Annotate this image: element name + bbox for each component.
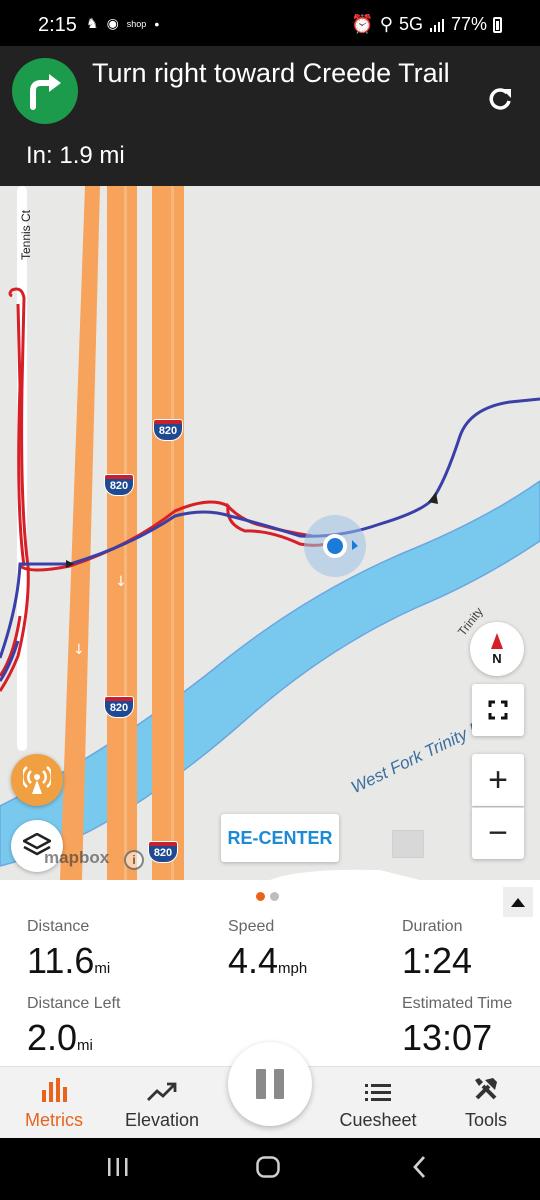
metric-duration: Duration 1:24 [402, 918, 472, 982]
metric-estimated-time: Estimated Time 13:07 [402, 995, 512, 1059]
tab-label: Elevation [124, 1110, 200, 1130]
compass-button[interactable]: N [470, 622, 524, 676]
page-indicator [256, 892, 279, 901]
network-label: 5G [398, 14, 423, 34]
metric-distance: Distance 11.6mi [27, 918, 110, 982]
metrics-panel: Distance 11.6mi Speed 4.4mph Duration 1:… [0, 880, 540, 1066]
map-canvas: ↓ ↓ [0, 186, 540, 880]
page-dot [270, 892, 279, 901]
tab-metrics[interactable]: Metrics [14, 1067, 94, 1139]
recenter-button[interactable]: RE-CENTER [221, 814, 339, 862]
highway-shield: 820 [104, 696, 134, 718]
system-status-icons: ⏰ ⚲ 5G 77% [351, 14, 502, 35]
north-arrow-icon [491, 632, 503, 649]
metric-label: Distance Left [27, 995, 121, 1012]
highway-shield: 820 [148, 841, 178, 863]
signal-icon [429, 18, 444, 32]
trend-line-icon [147, 1082, 177, 1101]
metric-unit: mi [77, 1037, 93, 1054]
tab-elevation[interactable]: Elevation [118, 1067, 206, 1139]
alarm-icon: ⏰ [351, 14, 374, 34]
info-icon[interactable]: i [124, 850, 144, 870]
tab-cuesheet[interactable]: Cuesheet [334, 1067, 422, 1139]
zoom-in-button[interactable]: + [472, 754, 524, 806]
pause-icon [274, 1069, 284, 1099]
tools-icon [475, 1078, 497, 1100]
recent-apps-icon[interactable] [106, 1154, 130, 1180]
refresh-icon[interactable] [485, 84, 515, 114]
security-icon: ♞ [86, 15, 99, 31]
live-broadcast-button[interactable] [11, 754, 63, 806]
shop-icon: shop [126, 18, 147, 29]
location-icon: ⚲ [379, 14, 393, 34]
caret-up-icon [511, 897, 525, 907]
metric-label: Distance [27, 918, 90, 935]
tab-label: Tools [464, 1110, 508, 1130]
highway-shield: 820 [153, 419, 183, 441]
metric-value: 1:24 [402, 940, 473, 981]
fullscreen-button[interactable] [472, 684, 524, 736]
metric-speed: Speed 4.4mph [228, 918, 307, 982]
svg-text:↓: ↓ [115, 574, 127, 590]
notification-icons: ♞ ◉ shop • [86, 15, 159, 32]
zoom-out-button[interactable]: − [472, 807, 524, 859]
metric-unit: mph [278, 960, 308, 977]
mapbox-logo: mapbox [44, 848, 110, 867]
pause-button[interactable] [228, 1042, 312, 1126]
map-view[interactable]: ↓ ↓ Tennis Ct West Fork Trinity River Tr… [0, 186, 540, 880]
tab-label: Cuesheet [339, 1110, 417, 1130]
metric-unit: mi [94, 960, 111, 977]
status-time: 2:15 [38, 14, 77, 36]
metric-label: Duration [402, 918, 463, 935]
street-label: Tennis Ct [19, 209, 33, 260]
back-icon[interactable] [410, 1154, 430, 1180]
page-dot-active [256, 892, 265, 901]
system-navigation-bar [0, 1138, 540, 1200]
tab-label: Metrics [25, 1110, 83, 1130]
map-marker-square [392, 830, 424, 858]
metric-label: Estimated Time [402, 995, 513, 1012]
fullscreen-icon [488, 700, 508, 720]
list-icon [365, 1084, 391, 1101]
battery-percent: 77% [450, 14, 487, 34]
compass-label: N [492, 650, 502, 666]
turn-right-arrow-icon [12, 58, 78, 124]
navigation-banner: Turn right toward Creede Trail In: 1.9 m… [0, 46, 540, 186]
status-bar: 2:15 ♞ ◉ shop • ⏰ ⚲ 5G 77% [0, 0, 540, 46]
distance-to-turn: In: 1.9 mi [26, 142, 125, 169]
highway-shield: 820 [104, 474, 134, 496]
messenger-icon: ◉ [106, 15, 119, 31]
metric-value: 11.6 [27, 940, 95, 981]
tab-tools[interactable]: Tools [450, 1067, 522, 1139]
broadcast-icon [23, 766, 51, 794]
metric-value: 4.4 [228, 940, 279, 981]
turn-instruction: Turn right toward Creede Trail [92, 58, 450, 88]
metric-label: Speed [228, 918, 275, 935]
battery-icon [493, 16, 502, 33]
home-icon[interactable] [255, 1154, 281, 1180]
expand-panel-button[interactable] [503, 887, 533, 917]
metric-value: 13:07 [402, 1017, 493, 1058]
svg-text:↓: ↓ [73, 642, 85, 658]
bar-chart-icon [42, 1078, 67, 1102]
metric-distance-left: Distance Left 2.0mi [27, 995, 120, 1059]
dot-icon: • [154, 15, 160, 32]
metric-value: 2.0 [27, 1017, 78, 1058]
pause-icon [256, 1069, 266, 1099]
